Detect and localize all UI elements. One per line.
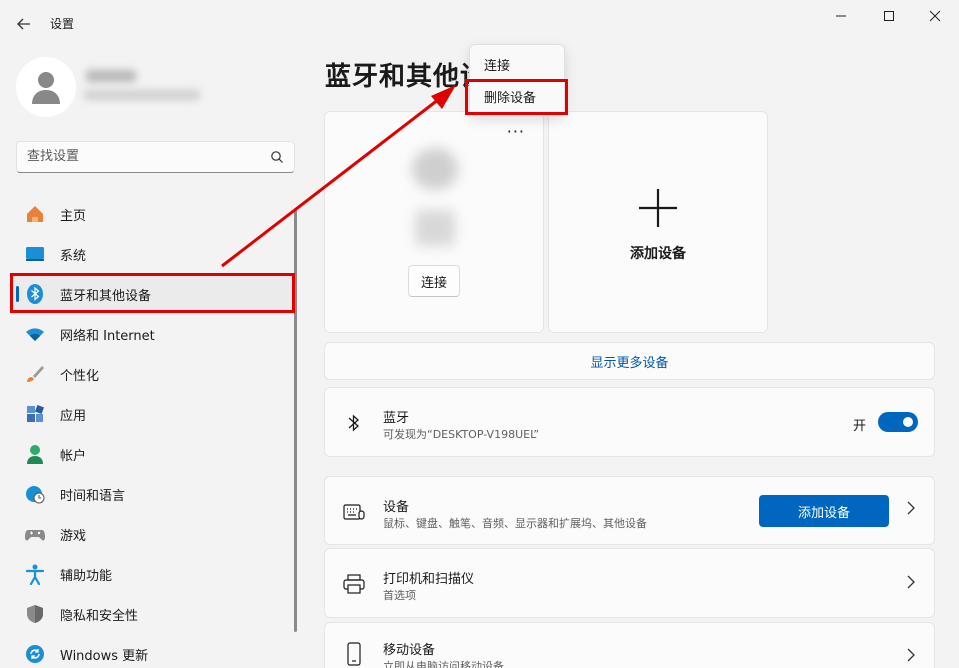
annotation-arrow	[221, 85, 456, 268]
